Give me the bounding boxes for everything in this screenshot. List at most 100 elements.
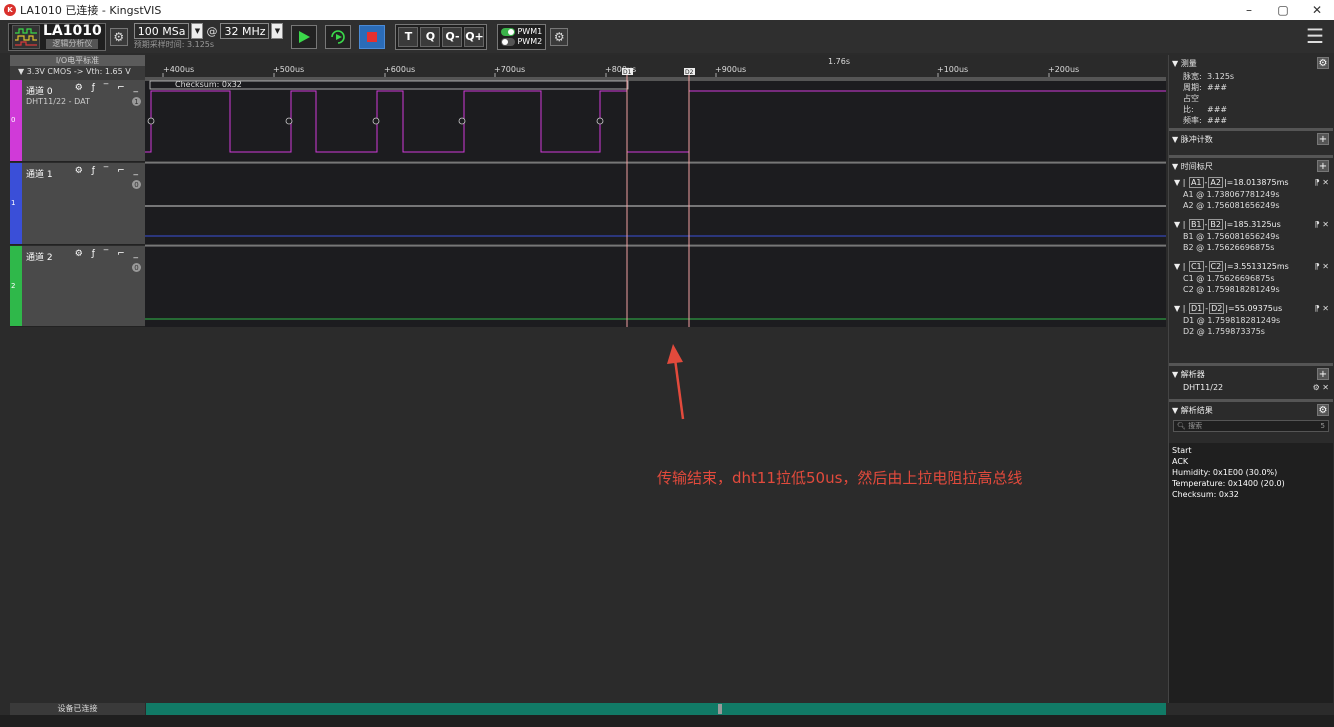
text-tool-icon[interactable]: T [398, 26, 419, 47]
zoom-out-icon[interactable]: Q- [442, 26, 463, 47]
checksum-decode-label: Checksum: 0x32 [175, 80, 242, 89]
channel-index: 0 [11, 116, 16, 124]
annotation-text: 传输结束，dht11拉低50us，然后由上拉电阻拉高总线 [657, 469, 1023, 487]
search-input[interactable]: 🔍︎ 搜索 5 [1173, 420, 1329, 432]
channel-panel-0[interactable]: 0 通道 0 DHT11/22 - DAT ⚙ ƒ ‾ ⌐ _ 1 [10, 80, 145, 162]
measure-label: 周期: [1183, 83, 1202, 92]
cursor-value: C2 @ 1.759818281249s [1183, 285, 1280, 294]
device-selector[interactable]: LA1010 逻辑分析仪 [8, 22, 106, 51]
gear-close-icons[interactable]: ⚙ ✕ [1313, 382, 1329, 394]
play-icon [299, 30, 311, 43]
restore-button[interactable]: ▢ [1266, 0, 1300, 20]
add-icon[interactable]: + [1317, 133, 1329, 145]
chevron-down-icon[interactable]: ▼ [191, 23, 204, 39]
measure-row: 频率: ### [1169, 115, 1333, 126]
result-count: 5 [1320, 422, 1325, 430]
sample-settings: 100 MSa ▼ @ 32 MHz ▼ 预期采样时间: 3.125s [133, 23, 284, 50]
stop-button[interactable] [359, 24, 386, 49]
cursor-value: B2 @ 1.75626696875s [1183, 243, 1275, 252]
minimize-button[interactable]: – [1232, 0, 1266, 20]
scroll-handle[interactable] [718, 704, 722, 714]
io-level-title: I/O电平标准 [10, 55, 145, 66]
channel-name: 通道 2 [26, 253, 53, 263]
overview-scrollbar[interactable] [146, 703, 1166, 715]
analyzer-header[interactable]: ▼ 解析器 + [1169, 366, 1333, 382]
device-settings-gear-icon[interactable]: ⚙ [109, 27, 128, 46]
measure-header[interactable]: ▼ 测量 ⚙ [1169, 55, 1333, 71]
sample-time-label: 预期采样时间: 3.125s [133, 40, 215, 49]
cursor-tag: A1 [1188, 177, 1204, 188]
cursor-value: D2 @ 1.759873375s [1183, 327, 1265, 336]
measure-row: 占空比: ### [1169, 93, 1333, 115]
cursor-delta: |=3.5513125ms [1224, 262, 1289, 271]
pwm1-toggle[interactable] [501, 27, 516, 36]
cursor-pair[interactable]: ▼ | D1- D2 |=55.09375us ⁋ ✕ [1169, 303, 1333, 315]
channel-name: 通道 0 [26, 87, 53, 97]
close-button[interactable]: ✕ [1300, 0, 1334, 20]
result-item[interactable]: Humidity: 0x1E00 (30.0%) [1172, 467, 1330, 478]
measure-value: ### [1207, 83, 1228, 92]
result-item[interactable]: Start [1172, 445, 1330, 456]
cursor-pair[interactable]: ▼ | A1- A2 |=18.013875ms ⁋ ✕ [1169, 177, 1333, 189]
add-icon[interactable]: + [1317, 160, 1329, 172]
analyzer-section: ▼ 解析器 + DHT11/22 ⚙ ✕ [1169, 363, 1333, 394]
cursor-tag: C1 [1188, 261, 1204, 272]
measure-label: 频率: [1183, 116, 1202, 125]
sample-depth-select[interactable]: 32 MHz [220, 23, 270, 39]
cursor-d1-label: D1 [623, 69, 632, 76]
settings-gear-icon[interactable]: ⚙ [1317, 404, 1329, 416]
io-level-header[interactable]: I/O电平标准 ▼ 3.3V CMOS -> Vth: 1.65 V [10, 55, 145, 80]
result-item[interactable]: Temperature: 0x1400 (20.0) [1172, 478, 1330, 489]
cursor-d2-label: D2 [685, 69, 694, 76]
pin-close-icons[interactable]: ⁋ ✕ [1315, 261, 1329, 273]
channel-trigger-icons[interactable]: ⚙ ƒ ‾ ⌐ _ [75, 166, 141, 176]
channel-trigger-icons[interactable]: ⚙ ƒ ‾ ⌐ _ [75, 249, 141, 259]
pulse-count-title: ▼ 脉冲计数 [1172, 134, 1213, 144]
cursor-delta: |=185.3125us [1223, 220, 1281, 229]
stop-icon [367, 31, 378, 42]
measure-value: 3.125s [1207, 72, 1235, 81]
cursor-tag: D2 [1209, 303, 1225, 314]
time-ruler-header[interactable]: ▼ 时间标尺 + [1169, 158, 1333, 174]
window-controls: – ▢ ✕ [1232, 0, 1334, 20]
right-panel: ▼ 测量 ⚙ 脉宽: 3.125s 周期: ### 占空比: ### 频率: ### ▼… [1168, 55, 1333, 703]
result-item[interactable]: Checksum: 0x32 [1172, 489, 1330, 500]
chevron-down-icon[interactable]: ▼ [271, 23, 284, 39]
io-level-value: ▼ 3.3V CMOS -> Vth: 1.65 V [18, 67, 131, 76]
empty-canvas-area [10, 327, 1166, 701]
results-header[interactable]: ▼ 解析结果 ⚙ [1169, 402, 1333, 418]
pin-close-icons[interactable]: ⁋ ✕ [1315, 177, 1329, 189]
cursor-tag: C2 [1208, 261, 1224, 272]
cursor-pair[interactable]: ▼ | B1- B2 |=185.3125us ⁋ ✕ [1169, 219, 1333, 231]
pin-close-icons[interactable]: ⁋ ✕ [1315, 303, 1329, 315]
sample-rate-select[interactable]: 100 MSa [133, 23, 190, 39]
window-title: LA1010 已连接 - KingstVIS [20, 4, 162, 17]
hamburger-menu-icon[interactable]: ☰ [1306, 26, 1324, 46]
analyzer-item[interactable]: DHT11/22 ⚙ ✕ [1169, 382, 1333, 394]
zoom-in-icon[interactable]: Q+ [464, 26, 485, 47]
cursor-tag: D1 [1188, 303, 1205, 314]
channel-panel-1[interactable]: 1 通道 1 ⚙ ƒ ‾ ⌐ _ 0 [10, 163, 145, 245]
pin-close-icons[interactable]: ⁋ ✕ [1315, 219, 1329, 231]
result-item[interactable]: ACK [1172, 456, 1330, 467]
toolbar: LA1010 逻辑分析仪 ⚙ 100 MSa ▼ @ 32 MHz ▼ 预期采样… [0, 20, 1334, 53]
cursor-pair[interactable]: ▼ | C1- C2 |=3.5513125ms ⁋ ✕ [1169, 261, 1333, 273]
loop-start-button[interactable] [325, 24, 352, 49]
add-icon[interactable]: + [1317, 368, 1329, 380]
measure-row: 周期: ### [1169, 82, 1333, 93]
loop-play-icon [331, 29, 346, 44]
channel-trigger-icons[interactable]: ⚙ ƒ ‾ ⌐ _ [75, 83, 141, 93]
pulse-count-header[interactable]: ▼ 脉冲计数 + [1169, 131, 1333, 147]
results-title: ▼ 解析结果 [1172, 405, 1213, 415]
settings-gear-icon[interactable]: ⚙ [1317, 57, 1329, 69]
cursor-value: A2 @ 1.756081656249s [1183, 201, 1280, 210]
zoom-fit-icon[interactable]: Q [420, 26, 441, 47]
pwm-settings-gear-icon[interactable]: ⚙ [550, 27, 569, 46]
channel-panel-2[interactable]: 2 通道 2 ⚙ ƒ ‾ ⌐ _ 0 [10, 246, 145, 327]
waveform-area[interactable]: +400us +500us +600us +700us +800us +900u… [145, 55, 1166, 327]
start-button[interactable] [291, 24, 318, 49]
pwm2-toggle[interactable] [501, 37, 516, 46]
channel-badge: 0 [132, 263, 141, 272]
cursor-value: A1 @ 1.738067781249s [1183, 190, 1280, 199]
channel-index: 1 [11, 199, 16, 207]
